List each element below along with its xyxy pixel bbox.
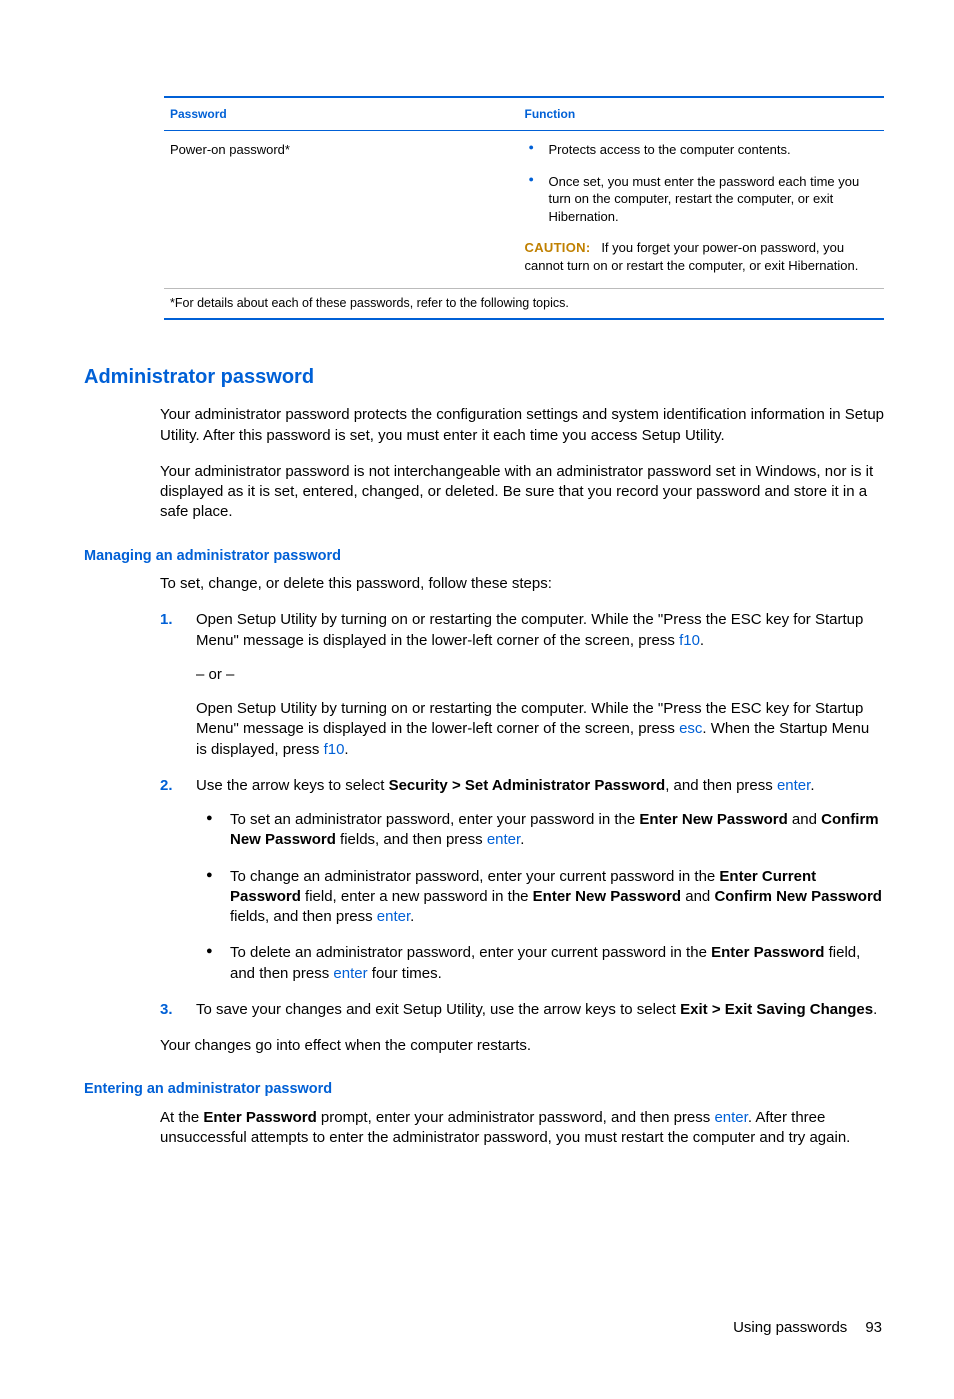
table-header: Password Function (164, 97, 884, 131)
bullet-text: and (681, 888, 714, 905)
cell-function-desc: Protects access to the computer contents… (519, 131, 885, 289)
footer-label: Using passwords (733, 1319, 847, 1336)
document-page: Password Function Power-on password* Pro… (0, 0, 954, 1399)
key-enter: enter (333, 965, 367, 982)
bold-field: Enter New Password (639, 811, 787, 828)
bullet-item: To change an administrator password, ent… (230, 867, 884, 928)
function-item: Protects access to the computer contents… (549, 141, 879, 159)
enter-text: At the (160, 1109, 203, 1126)
after-steps-paragraph: Your changes go into effect when the com… (160, 1036, 884, 1056)
step-text: Use the arrow keys to select (196, 777, 389, 794)
step-text: , and then press (665, 777, 777, 794)
step-text: . (344, 741, 348, 758)
step-item: To save your changes and exit Setup Util… (196, 1000, 884, 1020)
bullet-item: To delete an administrator password, ent… (230, 943, 884, 984)
table-footnote: *For details about each of these passwor… (164, 289, 884, 319)
key-enter: enter (377, 908, 410, 925)
bold-menu-path: Security > Set Administrator Password (389, 777, 666, 794)
bullet-text: . (520, 831, 524, 848)
password-function-table: Password Function Power-on password* Pro… (164, 96, 884, 320)
key-enter: enter (777, 777, 810, 794)
bullet-text: To change an administrator password, ent… (230, 868, 719, 885)
bullet-text: field, enter a new password in the (301, 888, 533, 905)
step-text: . (810, 777, 814, 794)
bold-prompt: Enter Password (203, 1109, 316, 1126)
bullet-text: To delete an administrator password, ent… (230, 944, 711, 961)
bullet-text: To set an administrator password, enter … (230, 811, 639, 828)
section-heading-admin-password: Administrator password (84, 364, 884, 391)
subsection-managing: Managing an administrator password (84, 547, 884, 567)
cell-password-name: Power-on password* (164, 131, 519, 289)
subsection-entering: Entering an administrator password (84, 1080, 884, 1100)
bullet-text: fields, and then press (230, 908, 377, 925)
step-item: Open Setup Utility by turning on or rest… (196, 610, 884, 760)
header-function: Function (519, 97, 885, 131)
table-row: Power-on password* Protects access to th… (164, 131, 884, 289)
key-f10: f10 (679, 632, 700, 649)
step-text: To save your changes and exit Setup Util… (196, 1001, 680, 1018)
table-footnote-row: *For details about each of these passwor… (164, 289, 884, 319)
enter-text: prompt, enter your administrator passwor… (317, 1109, 715, 1126)
bullet-text: and (788, 811, 821, 828)
key-f10: f10 (324, 741, 345, 758)
body-paragraph: Your administrator password protects the… (160, 405, 884, 446)
steps-list: Open Setup Utility by turning on or rest… (160, 610, 884, 1020)
header-password: Password (164, 97, 519, 131)
enter-paragraph: At the Enter Password prompt, enter your… (160, 1108, 884, 1149)
caution-label: CAUTION: (525, 240, 591, 255)
step-text: . (700, 632, 704, 649)
caution-block: CAUTION: If you forget your power-on pas… (525, 239, 879, 274)
bullet-text: . (410, 908, 414, 925)
step-item: Use the arrow keys to select Security > … (196, 776, 884, 984)
bullet-item: To set an administrator password, enter … (230, 810, 884, 851)
page-footer: Using passwords 93 (84, 1318, 884, 1338)
key-enter: enter (487, 831, 520, 848)
bold-field: Enter Password (711, 944, 824, 961)
key-enter: enter (714, 1109, 747, 1126)
intro-paragraph: To set, change, or delete this password,… (160, 574, 884, 594)
step-text: Open Setup Utility by turning on or rest… (196, 611, 863, 648)
bold-menu-path: Exit > Exit Saving Changes (680, 1001, 873, 1018)
body-paragraph: Your administrator password is not inter… (160, 462, 884, 523)
function-item: Once set, you must enter the password ea… (549, 173, 879, 226)
key-esc: esc (679, 720, 702, 737)
step-text: . (873, 1001, 877, 1018)
bullet-text: four times. (368, 965, 442, 982)
step-or: – or – (196, 665, 884, 685)
sub-bullet-list: To set an administrator password, enter … (196, 810, 884, 984)
bold-field: Confirm New Password (714, 888, 882, 905)
bold-field: Enter New Password (533, 888, 681, 905)
bullet-text: fields, and then press (336, 831, 487, 848)
page-number: 93 (865, 1319, 882, 1336)
